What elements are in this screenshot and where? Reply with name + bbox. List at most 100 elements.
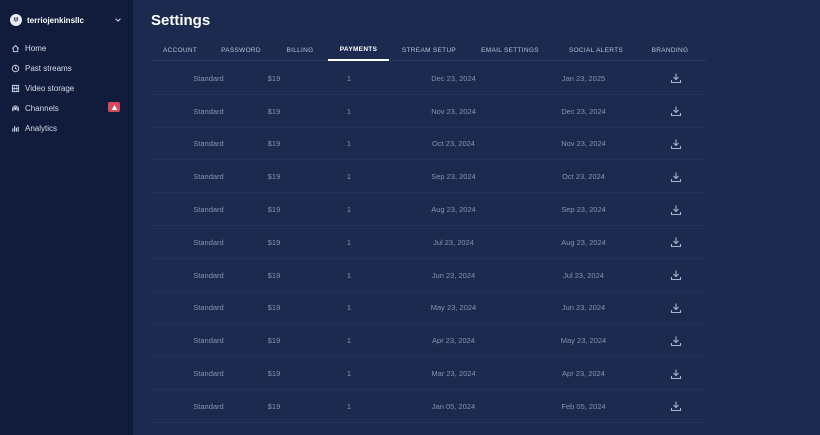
download-invoice-button[interactable] [666, 259, 686, 292]
period-start-cell: Aug 23, 2024 [431, 205, 476, 215]
chevron-down-icon [115, 18, 121, 22]
quantity-cell: 1 [346, 139, 352, 149]
account-name: terriojenkinsllc [27, 15, 84, 25]
settings-tabs: ACCOUNT PASSWORD BILLING PAYMENTS STREAM… [151, 40, 706, 61]
amount-cell: $19 [267, 73, 281, 83]
period-end-cell: Jul 23, 2024 [563, 270, 604, 280]
sidebar-item-label: Home [25, 43, 47, 53]
quantity-cell: 1 [346, 270, 352, 280]
download-icon [670, 269, 682, 281]
period-end-cell: Dec 23, 2024 [561, 106, 606, 116]
plan-cell: Standard [193, 139, 224, 149]
plan-cell: Standard [193, 336, 224, 346]
plan-cell: Standard [193, 73, 224, 83]
download-icon [670, 368, 682, 380]
sidebar-item-video-storage[interactable]: Video storage [11, 81, 123, 95]
quantity-cell: 1 [346, 205, 352, 215]
period-end-cell: Sep 23, 2024 [561, 205, 606, 215]
avatar: tjl [10, 14, 22, 26]
tab-email-settings[interactable]: EMAIL SETTINGS [469, 40, 551, 61]
quantity-cell: 1 [346, 73, 352, 83]
download-icon [670, 302, 682, 314]
plan-cell: Standard [193, 205, 224, 215]
plan-cell: Standard [193, 270, 224, 280]
plan-cell: Standard [193, 401, 224, 411]
quantity-cell: 1 [346, 237, 352, 247]
period-start-cell: Oct 23, 2024 [432, 139, 475, 149]
page-title: Settings [151, 12, 211, 29]
download-invoice-button[interactable] [666, 357, 686, 390]
download-icon [670, 72, 682, 84]
period-end-cell: Nov 23, 2024 [561, 139, 606, 149]
plan-cell: Standard [193, 172, 224, 182]
table-row: Standard $19 1 Apr 23, 2024 May 23, 2024 [151, 324, 706, 358]
account-switcher[interactable]: tjl terriojenkinsllc [10, 12, 122, 28]
download-invoice-button[interactable] [666, 324, 686, 357]
download-icon [670, 138, 682, 150]
amount-cell: $19 [267, 336, 281, 346]
download-invoice-button[interactable] [666, 193, 686, 226]
sidebar-item-home[interactable]: Home [11, 41, 123, 55]
download-icon [670, 204, 682, 216]
sidebar-item-analytics[interactable]: Analytics [11, 121, 123, 135]
amount-cell: $19 [267, 237, 281, 247]
quantity-cell: 1 [346, 369, 352, 379]
sidebar-item-label: Analytics [25, 123, 58, 133]
table-row: Standard $19 1 Jul 23, 2024 Aug 23, 2024 [151, 226, 706, 259]
table-row: Standard $19 1 Oct 23, 2024 Nov 23, 2024 [151, 128, 706, 161]
tab-password[interactable]: PASSWORD [215, 40, 267, 61]
table-row: Standard $19 1 Jun 23, 2024 Jul 23, 2024 [151, 259, 706, 292]
download-invoice-button[interactable] [666, 226, 686, 259]
period-end-cell: Aug 23, 2024 [561, 237, 606, 247]
amount-cell: $19 [267, 139, 281, 149]
table-row: Standard $19 1 Jan 05, 2024 Feb 05, 2024 [151, 390, 706, 423]
broadcast-icon [11, 104, 20, 111]
plan-cell: Standard [193, 106, 224, 116]
warning-badge [108, 102, 120, 112]
table-row: Standard $19 1 Nov 23, 2024 Dec 23, 2024 [151, 95, 706, 128]
amount-cell: $19 [267, 369, 281, 379]
period-start-cell: Dec 23, 2024 [431, 73, 476, 83]
main-content: Settings ACCOUNT PASSWORD BILLING PAYMEN… [133, 0, 820, 435]
plan-cell: Standard [193, 369, 224, 379]
period-start-cell: Sep 23, 2024 [431, 172, 476, 182]
period-start-cell: Apr 23, 2024 [432, 336, 475, 346]
plan-cell: Standard [193, 237, 224, 247]
sidebar-item-label: Video storage [25, 83, 75, 93]
period-start-cell: Jan 05, 2024 [431, 401, 476, 411]
sidebar-item-past-streams[interactable]: Past streams [11, 61, 123, 75]
home-icon [12, 44, 19, 52]
bar-chart-icon [12, 125, 19, 132]
period-end-cell: Oct 23, 2024 [562, 172, 605, 182]
download-invoice-button[interactable] [666, 160, 686, 193]
amount-cell: $19 [267, 106, 281, 116]
download-invoice-button[interactable] [666, 128, 686, 161]
period-start-cell: Mar 23, 2024 [431, 369, 476, 379]
period-end-cell: Apr 23, 2024 [562, 369, 605, 379]
download-invoice-button[interactable] [666, 95, 686, 128]
download-icon [670, 171, 682, 183]
download-invoice-button[interactable] [666, 390, 686, 423]
download-icon [670, 236, 682, 248]
plan-cell: Standard [193, 303, 224, 313]
quantity-cell: 1 [346, 401, 352, 411]
amount-cell: $19 [267, 172, 281, 182]
period-end-cell: May 23, 2024 [560, 336, 607, 346]
tab-stream-setup[interactable]: STREAM SETUP [394, 40, 464, 61]
download-invoice-button[interactable] [666, 292, 686, 325]
payments-table: Standard $19 1 Dec 23, 2024 Jan 23, 2025 Stan… [151, 62, 706, 423]
tab-account[interactable]: ACCOUNT [155, 40, 205, 61]
sidebar-item-channels[interactable]: Channels [11, 101, 123, 115]
tab-payments[interactable]: PAYMENTS [328, 40, 389, 61]
tab-branding[interactable]: BRANDING [641, 40, 699, 61]
quantity-cell: 1 [346, 303, 352, 313]
tab-social-alerts[interactable]: SOCIAL ALERTS [556, 40, 636, 61]
amount-cell: $19 [267, 401, 281, 411]
download-invoice-button[interactable] [666, 62, 686, 95]
download-icon [670, 105, 682, 117]
tab-billing[interactable]: BILLING [277, 40, 323, 61]
period-end-cell: Jun 23, 2024 [561, 303, 606, 313]
period-end-cell: Jan 23, 2025 [561, 73, 606, 83]
sidebar-item-label: Past streams [25, 63, 72, 73]
table-row: Standard $19 1 Sep 23, 2024 Oct 23, 2024 [151, 160, 706, 194]
